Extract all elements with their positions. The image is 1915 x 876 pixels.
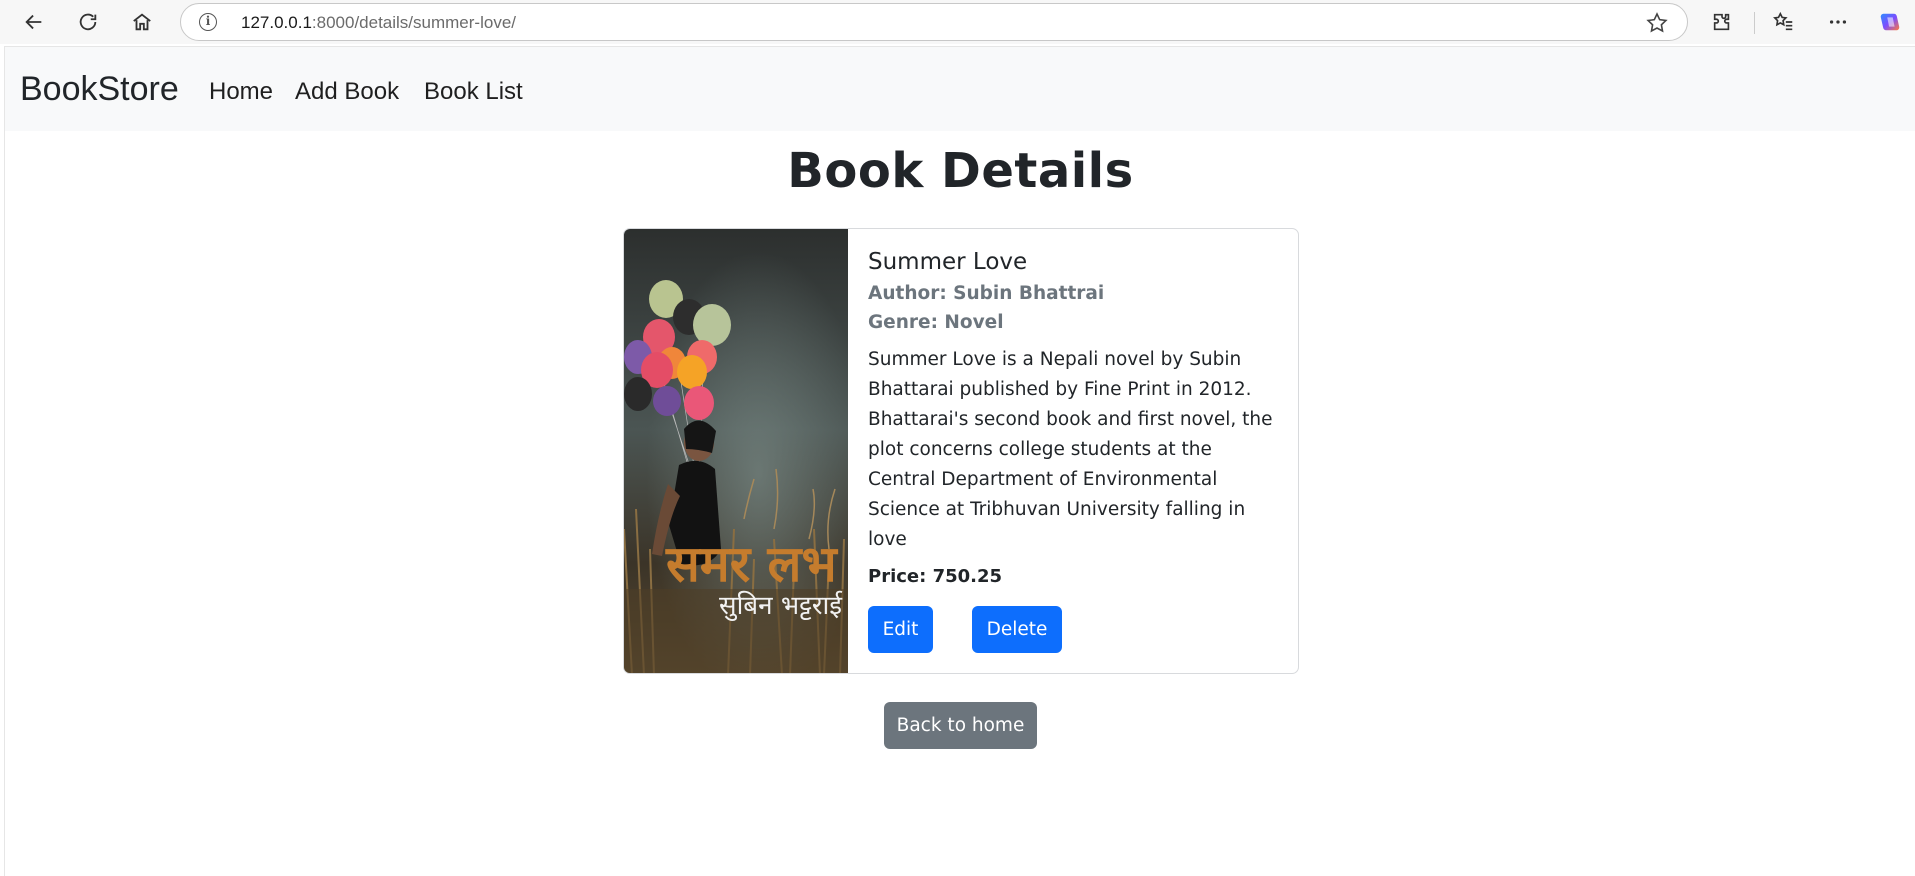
book-description: Summer Love is a Nepali novel by Subin B… [868,349,1273,550]
edit-button[interactable]: Edit [868,606,933,653]
site-info-icon[interactable]: i [199,13,217,31]
back-to-home-button[interactable]: Back to home [884,702,1037,749]
book-genre: Genre: Novel [868,312,1004,333]
book-card-body: Summer Love Author: Subin Bhattrai Genre… [868,249,1278,587]
cover-title-text: समर लभ [665,535,838,593]
book-card: समर लभ सुबिन भट्टराई Summer Love Author:… [623,228,1299,674]
page-title: Book Details [787,143,1134,199]
nav-home[interactable]: Home [209,78,273,106]
page: BookStore Home Add Book Book List Book D… [4,46,1915,876]
brand-logo[interactable]: BookStore [20,70,179,109]
extensions-icon[interactable] [1706,6,1738,38]
navbar: BookStore Home Add Book Book List [5,47,1915,131]
nav-add-book[interactable]: Add Book [295,78,399,106]
nav-book-list[interactable]: Book List [424,78,523,106]
cover-author-text: सुबिन भट्टराई [719,590,843,621]
toolbar-divider [1754,12,1755,34]
favorite-star-icon[interactable] [1645,11,1669,35]
refresh-icon[interactable] [72,6,104,38]
book-price: Price: 750.25 [868,566,1003,587]
url-host: 127.0.0.1 [241,13,312,32]
home-icon[interactable] [126,6,158,38]
book-cover-image: समर लभ सुबिन भट्टराई [624,229,848,673]
browser-toolbar: i 127.0.0.1:8000/details/summer-love/ [0,0,1915,44]
copilot-icon[interactable] [1874,6,1906,38]
url-path: :8000/details/summer-love/ [311,13,516,32]
delete-button[interactable]: Delete [972,606,1062,653]
address-bar[interactable]: i 127.0.0.1:8000/details/summer-love/ [180,3,1688,41]
book-author: Author: Subin Bhattrai [868,283,1105,304]
url-text[interactable]: 127.0.0.1:8000/details/summer-love/ [241,13,516,33]
favorites-list-icon[interactable] [1768,6,1800,38]
back-arrow-icon[interactable] [18,6,50,38]
book-title: Summer Love [868,249,1028,275]
more-options-icon[interactable] [1822,6,1854,38]
